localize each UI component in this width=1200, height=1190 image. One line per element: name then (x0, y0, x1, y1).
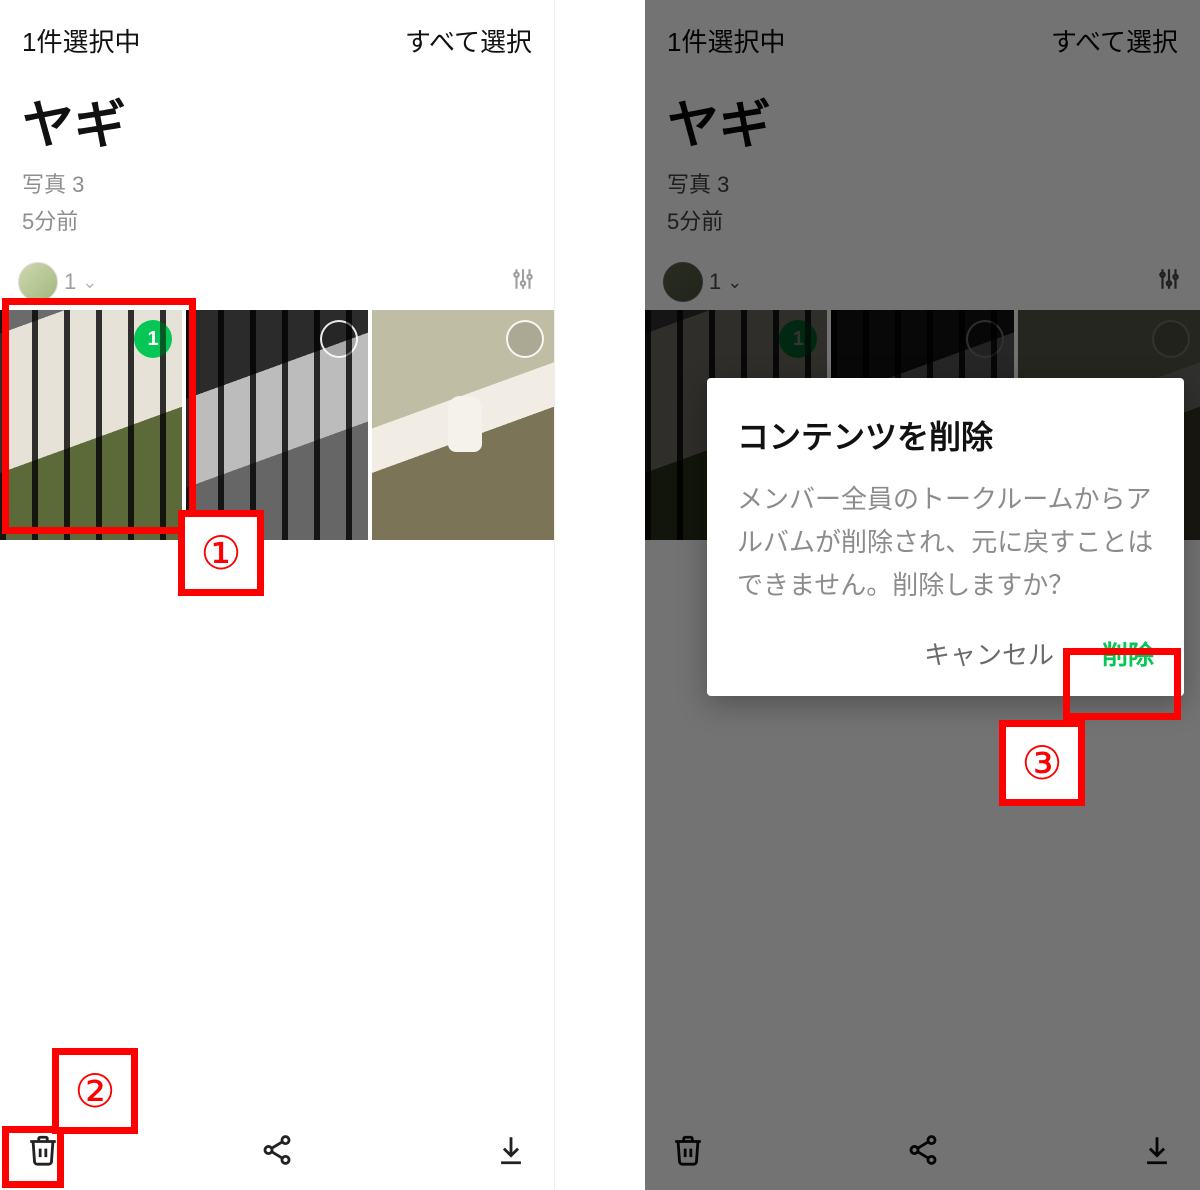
album-title: ヤギ (0, 59, 554, 166)
photo-count: 写真 3 (0, 166, 554, 203)
time-ago: 5分前 (0, 203, 554, 240)
chevron-down-icon: ⌄ (82, 272, 97, 293)
member-filter[interactable]: 1 ⌄ (18, 262, 97, 302)
photo-thumb[interactable]: 1 (0, 310, 182, 540)
selection-status: 1件選択中 (22, 22, 140, 59)
download-icon[interactable] (494, 1133, 528, 1176)
member-count: 1 (64, 269, 76, 295)
cancel-button[interactable]: キャンセル (924, 635, 1054, 672)
delete-dialog: コンテンツを削除 メンバー全員のトークルームからアルバムが削除され、元に戻すこと… (707, 378, 1184, 696)
screen-left: 1件選択中 すべて選択 ヤギ 写真 3 5分前 1 ⌄ 1 (0, 0, 555, 1190)
selection-ring (320, 320, 358, 358)
screen-gap (555, 0, 645, 1190)
trash-icon[interactable] (26, 1133, 60, 1176)
select-all-button[interactable]: すべて選択 (405, 22, 532, 59)
dialog-body: メンバー全員のトークルームからアルバムが削除され、元に戻すことはできません。削除… (737, 478, 1154, 607)
avatar (18, 262, 58, 302)
selection-ring (506, 320, 544, 358)
selection-badge: 1 (134, 320, 172, 358)
share-icon[interactable] (260, 1133, 294, 1176)
screen-right: 1件選択中 すべて選択 ヤギ 写真 3 5分前 1 ⌄ 1 (645, 0, 1200, 1190)
bottom-toolbar (0, 1118, 554, 1190)
sliders-icon[interactable] (510, 266, 536, 299)
photo-thumb[interactable] (186, 310, 368, 540)
delete-button[interactable]: 削除 (1102, 635, 1154, 672)
photo-thumb[interactable] (372, 310, 554, 540)
dialog-title: コンテンツを削除 (737, 412, 1154, 458)
photo-grid: 1 (0, 310, 554, 540)
